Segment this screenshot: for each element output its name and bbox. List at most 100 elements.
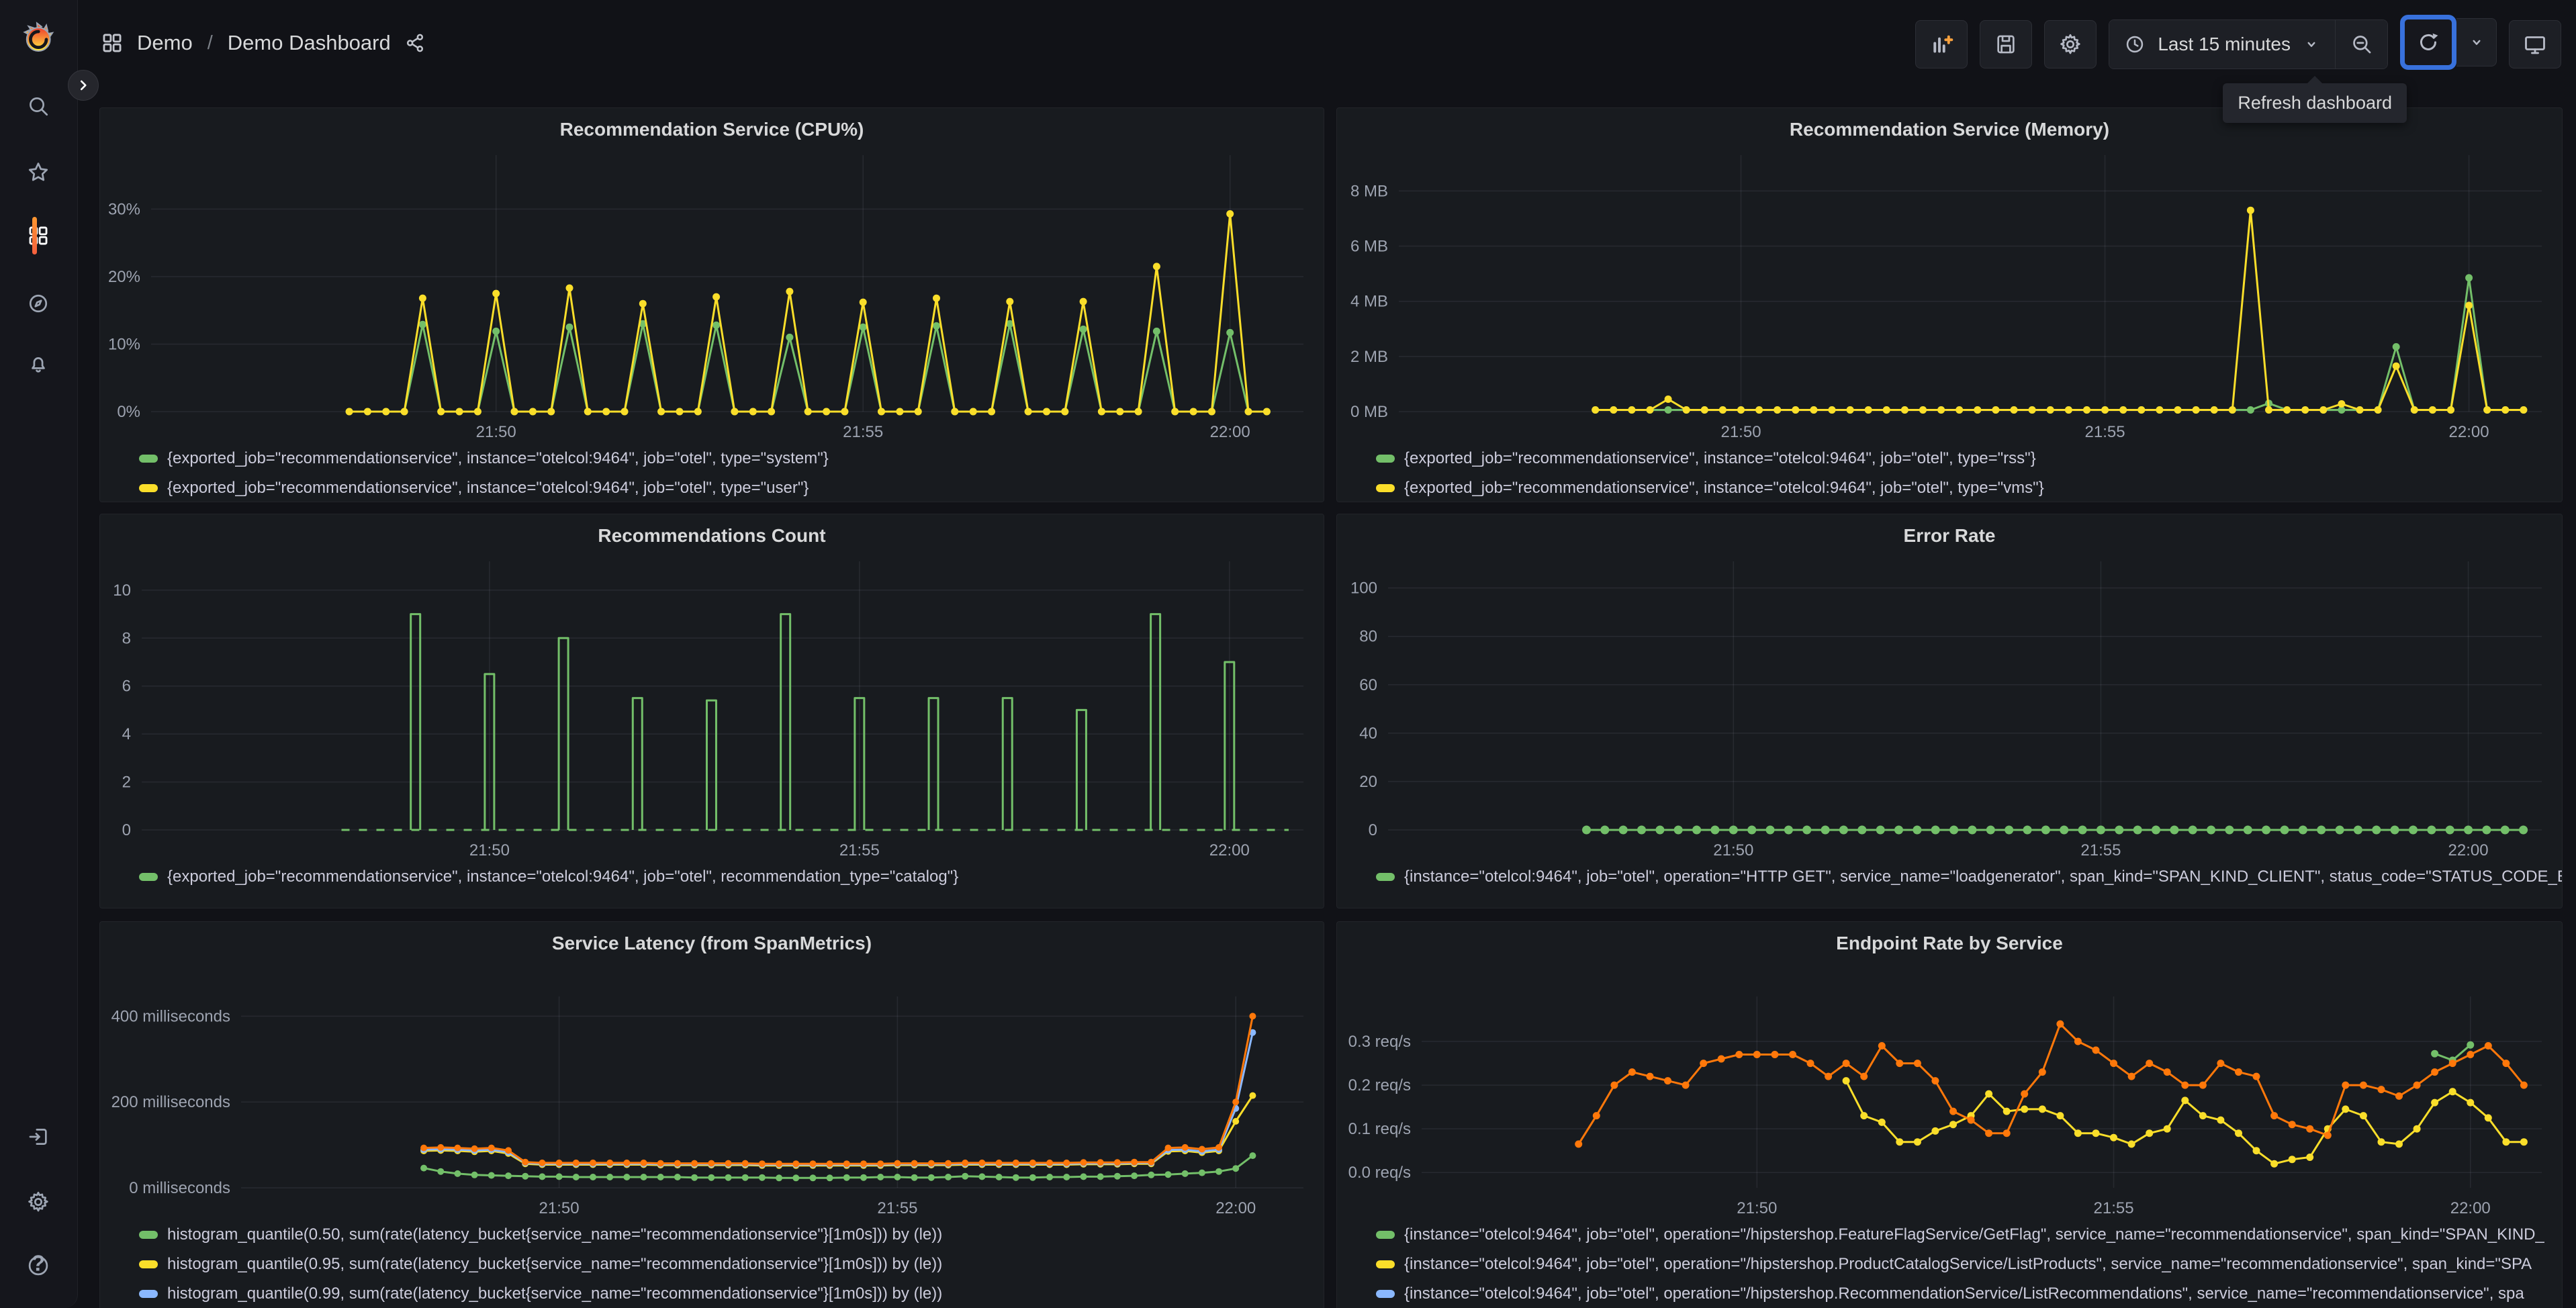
legend-series-label[interactable]: {exported_job="recommendationservice", i… (167, 479, 809, 498)
sidebar-item-dashboards[interactable] (22, 217, 54, 254)
breadcrumb-separator: / (207, 32, 213, 54)
search-minus-icon (2352, 35, 2371, 53)
legend-item[interactable]: histogram_quantile(0.50, sum(rate(latenc… (139, 1220, 1324, 1250)
legend-item[interactable]: {exported_job="recommendationservice", i… (139, 862, 1324, 892)
panel-title[interactable]: Endpoint Rate by Service (1337, 922, 2562, 960)
panel-title[interactable]: Recommendations Count (100, 514, 1324, 552)
legend-item[interactable]: {exported_job="recommendationservice", i… (1376, 473, 2562, 502)
legend-series-marker (139, 484, 158, 492)
legend: {instance="otelcol:9464", job="otel", op… (1337, 1219, 2562, 1308)
svg-text:400 milliseconds: 400 milliseconds (111, 1007, 230, 1025)
grafana-app: ? Demo / Demo Dashboard Last 15 minutes … (0, 0, 2576, 1308)
svg-text:21:50: 21:50 (1713, 841, 1753, 859)
time-series-chart[interactable]: 21:50 21:55 22:00 0 MB 2 MB 4 MB 6 MB 8 MB (1337, 146, 2562, 442)
legend-item[interactable]: {exported_job="recommendationservice", i… (1376, 444, 2562, 473)
svg-text:?: ? (32, 1254, 45, 1276)
panel-title[interactable]: Error Rate (1337, 514, 2562, 552)
svg-text:30%: 30% (108, 200, 140, 218)
dashboard-settings-button[interactable] (2044, 19, 2097, 68)
time-series-chart[interactable]: 21:50 21:55 22:00 0 2 4 6 8 10 (100, 552, 1324, 861)
svg-text:6 MB: 6 MB (1350, 238, 1388, 256)
svg-text:20%: 20% (108, 268, 140, 286)
sidebar-item-starred[interactable] (22, 156, 54, 188)
sidebar-expand-button[interactable] (68, 70, 99, 101)
svg-text:80: 80 (1359, 628, 1377, 646)
tooltip-text: Refresh dashboard (2238, 93, 2392, 113)
legend-series-label[interactable]: {instance="otelcol:9464", job="otel", op… (1404, 1284, 2524, 1303)
svg-text:0.0 req/s: 0.0 req/s (1348, 1164, 1411, 1182)
legend-item[interactable]: {exported_job="recommendationservice", i… (139, 444, 1324, 473)
zoom-out-time-button[interactable] (2335, 19, 2387, 68)
svg-text:21:50: 21:50 (469, 841, 510, 859)
time-series-chart[interactable]: 21:50 21:55 22:00 0 milliseconds 200 millise… (100, 960, 1324, 1219)
breadcrumb-folder[interactable]: Demo (137, 31, 193, 55)
svg-text:8 MB: 8 MB (1350, 182, 1388, 200)
svg-text:21:55: 21:55 (2094, 1199, 2134, 1217)
sidebar-item-search[interactable] (22, 90, 54, 122)
legend-series-label[interactable]: histogram_quantile(0.95, sum(rate(latenc… (167, 1255, 942, 1274)
kiosk-mode-button[interactable] (2509, 19, 2561, 68)
legend-series-marker (139, 1231, 158, 1239)
share-icon[interactable] (404, 32, 426, 54)
legend-item[interactable]: histogram_quantile(0.99, sum(rate(latenc… (139, 1279, 1324, 1308)
legend-series-label[interactable]: {instance="otelcol:9464", job="otel", op… (1404, 868, 2562, 886)
save-dashboard-button[interactable] (1980, 19, 2033, 68)
apps-icon[interactable] (101, 32, 124, 54)
svg-text:2: 2 (122, 774, 131, 792)
legend-series-label[interactable]: histogram_quantile(0.50, sum(rate(latenc… (167, 1225, 942, 1244)
legend-item[interactable]: histogram_quantile(0.95, sum(rate(latenc… (139, 1250, 1324, 1279)
panel-title[interactable]: Service Latency (from SpanMetrics) (100, 922, 1324, 960)
sidebar-item-sign-in[interactable] (22, 1121, 54, 1153)
refresh-icon (2420, 33, 2438, 50)
svg-text:0: 0 (1369, 821, 1377, 839)
sidebar-item-configuration[interactable] (22, 1186, 54, 1218)
search-icon (30, 97, 48, 116)
svg-text:21:50: 21:50 (476, 423, 516, 441)
apps-icon (29, 226, 48, 245)
svg-text:0.2 req/s: 0.2 req/s (1348, 1076, 1411, 1094)
legend-item[interactable]: {instance="otelcol:9464", job="otel", op… (1376, 1279, 2562, 1308)
svg-text:0: 0 (122, 821, 131, 839)
refresh-interval-dropdown[interactable] (2456, 18, 2497, 66)
svg-text:10: 10 (113, 581, 131, 600)
svg-text:21:50: 21:50 (539, 1199, 580, 1217)
legend-series-label[interactable]: {instance="otelcol:9464", job="otel", op… (1404, 1225, 2544, 1244)
grafana-logo[interactable] (22, 21, 54, 54)
svg-text:0.3 req/s: 0.3 req/s (1348, 1033, 1411, 1051)
sidebar-item-explore[interactable] (22, 287, 54, 320)
legend-item[interactable]: {instance="otelcol:9464", job="otel", op… (1376, 1250, 2562, 1279)
svg-text:40: 40 (1359, 725, 1377, 743)
legend: {exported_job="recommendationservice", i… (1337, 442, 2562, 502)
time-series-chart[interactable]: 21:50 21:55 22:00 0.0 req/s 0.1 req/s 0.2 req… (1337, 960, 2562, 1219)
refresh-dashboard-button[interactable] (2400, 15, 2456, 70)
legend-item[interactable]: {exported_job="recommendationservice", i… (139, 473, 1324, 502)
legend-series-label[interactable]: {exported_job="recommendationservice", i… (1404, 479, 2044, 498)
sidebar-item-alerting[interactable] (22, 348, 54, 380)
legend-series-label[interactable]: histogram_quantile(0.99, sum(rate(latenc… (167, 1284, 942, 1303)
legend-series-marker (1376, 1290, 1395, 1298)
signin-icon (29, 1129, 47, 1145)
legend-series-marker (139, 455, 158, 463)
breadcrumb-dashboard[interactable]: Demo Dashboard (228, 31, 391, 55)
legend-item[interactable]: {instance="otelcol:9464", job="otel", op… (1376, 862, 2562, 892)
time-range-picker[interactable]: Last 15 minutes (2109, 19, 2335, 68)
dashboard-panel: Recommendation Service (Memory) 21:50 21:… (1336, 107, 2563, 502)
svg-text:200 milliseconds: 200 milliseconds (111, 1093, 230, 1111)
time-series-chart[interactable]: 21:50 21:55 22:00 0% 10% 20% 30% (100, 146, 1324, 442)
svg-text:0 milliseconds: 0 milliseconds (129, 1179, 230, 1197)
time-range-label: Last 15 minutes (2158, 33, 2291, 54)
svg-text:6: 6 (122, 678, 131, 696)
time-series-chart[interactable]: 21:50 21:55 22:00 0 20 40 60 80 100 (1337, 552, 2562, 861)
legend-series-label[interactable]: {exported_job="recommendationservice", i… (167, 868, 958, 886)
dashboard-panel: Service Latency (from SpanMetrics) 21:50… (99, 921, 1324, 1308)
svg-text:2 MB: 2 MB (1350, 348, 1388, 366)
legend-item[interactable]: {instance="otelcol:9464", job="otel", op… (1376, 1220, 2562, 1250)
legend-series-label[interactable]: {exported_job="recommendationservice", i… (167, 449, 829, 468)
add-panel-button[interactable] (1915, 19, 1968, 68)
svg-text:4 MB: 4 MB (1350, 293, 1388, 311)
sidebar-item-help[interactable]: ? (22, 1250, 54, 1282)
legend-series-label[interactable]: {exported_job="recommendationservice", i… (1404, 449, 2036, 468)
legend-series-label[interactable]: {instance="otelcol:9464", job="otel", op… (1404, 1255, 2532, 1274)
panel-title[interactable]: Recommendation Service (CPU%) (100, 108, 1324, 146)
legend-series-marker (1376, 455, 1395, 463)
